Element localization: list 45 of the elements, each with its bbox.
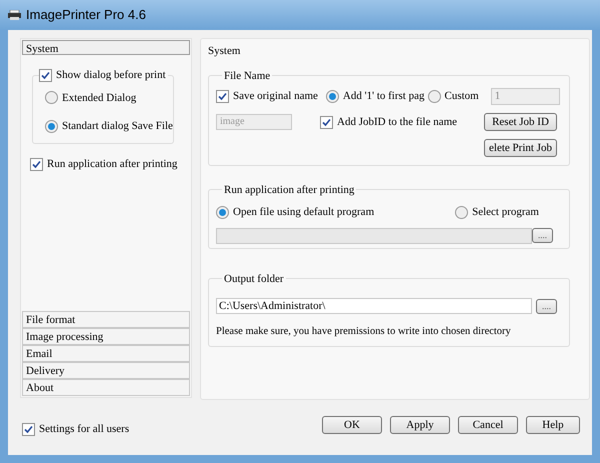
radio-button[interactable] bbox=[45, 120, 58, 133]
radio-button[interactable] bbox=[326, 90, 339, 103]
radio-label: Add '1' to first pag bbox=[342, 89, 424, 104]
group-title: Output folder bbox=[223, 272, 285, 286]
button[interactable]: .... bbox=[536, 298, 557, 314]
button[interactable]: .... bbox=[532, 228, 553, 243]
button[interactable]: Reset Job ID bbox=[484, 113, 557, 131]
window-title: ImagePrinter Pro 4.6 bbox=[26, 6, 146, 24]
group-title: File Name bbox=[223, 68, 272, 84]
group-title: Run application after printing bbox=[223, 182, 356, 198]
help-text: Please make sure, you have premissions to write into chosen directory bbox=[216, 325, 511, 339]
sidebar-section[interactable]: File format bbox=[22, 311, 190, 328]
checkbox-label: Settings for all users bbox=[39, 422, 130, 437]
sidebar-tab[interactable]: System bbox=[22, 40, 190, 55]
checkbox-label: Save original name bbox=[233, 89, 318, 104]
button[interactable]: Help bbox=[526, 416, 580, 434]
radio-button[interactable] bbox=[455, 206, 468, 219]
checkbox-label: Show dialog before print bbox=[56, 68, 166, 83]
radio-label: Select program bbox=[472, 205, 539, 220]
printer-icon bbox=[8, 10, 21, 20]
button[interactable]: OK bbox=[322, 416, 382, 434]
checkbox[interactable] bbox=[30, 158, 43, 171]
radio-label: Open file using default program bbox=[233, 205, 374, 220]
sidebar-section[interactable]: About bbox=[22, 379, 190, 396]
button[interactable]: Apply bbox=[390, 416, 450, 434]
radio-label: Standart dialog Save File bbox=[62, 119, 173, 134]
sidebar-section[interactable]: Delivery bbox=[22, 362, 190, 379]
button[interactable]: Cancel bbox=[458, 416, 518, 434]
input-field[interactable]: C:\Users\Administrator\ bbox=[216, 298, 532, 314]
checkbox-label: Add JobID to the file name bbox=[337, 114, 458, 130]
button[interactable]: elete Print Job bbox=[484, 139, 557, 157]
input-field[interactable] bbox=[216, 228, 532, 244]
radio-label: Custom bbox=[444, 89, 479, 104]
radio-button[interactable] bbox=[216, 206, 229, 219]
radio-button[interactable] bbox=[45, 91, 58, 104]
radio-button[interactable] bbox=[428, 90, 440, 103]
checkbox[interactable] bbox=[39, 68, 52, 82]
sidebar-section[interactable]: Email bbox=[22, 345, 190, 362]
panel-title: System bbox=[208, 44, 240, 59]
checkbox[interactable] bbox=[320, 116, 333, 128]
checkbox[interactable] bbox=[22, 422, 35, 436]
radio-label: Extended Dialog bbox=[62, 90, 136, 106]
checkbox[interactable] bbox=[216, 90, 229, 103]
sidebar-section[interactable]: Image processing bbox=[22, 328, 190, 345]
checkbox-label: Run application after printing bbox=[47, 157, 178, 172]
